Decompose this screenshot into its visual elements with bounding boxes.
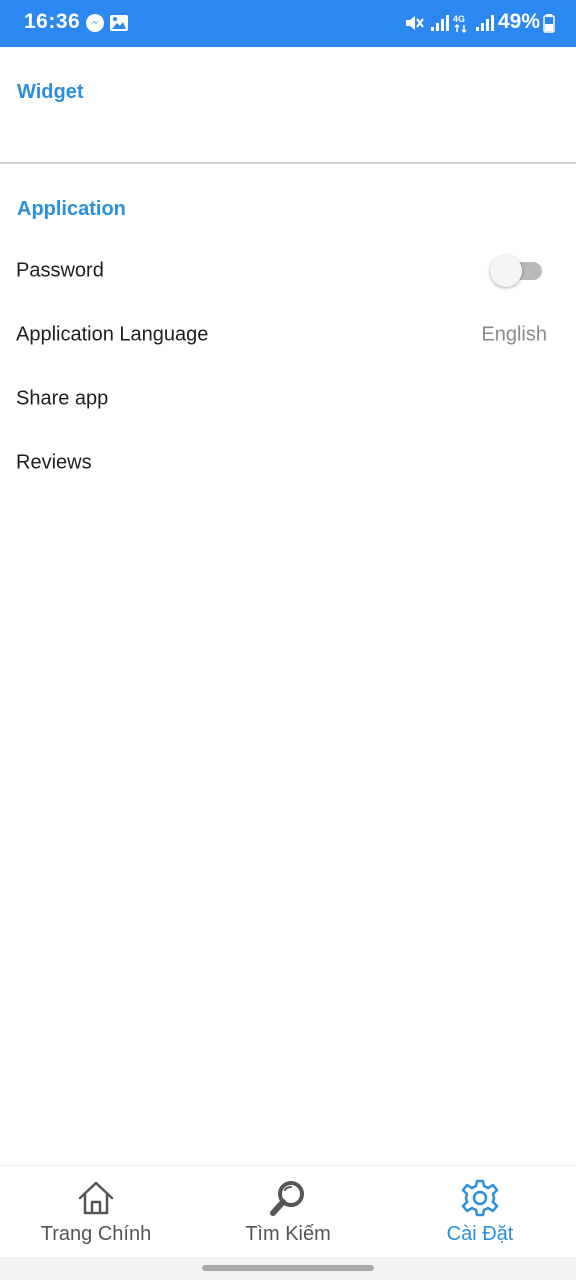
battery-percent: 49% [497,10,540,33]
password-toggle[interactable] [490,255,542,287]
gallery-icon [110,15,128,31]
settings-row-password[interactable]: Password [0,239,576,303]
svg-text:4G: 4G [453,14,465,24]
settings-row-reviews[interactable]: Reviews [0,431,576,495]
divider [0,162,576,164]
settings-row-share[interactable]: Share app [0,367,576,431]
language-label: Application Language [16,323,209,346]
language-value: English [481,323,547,346]
signal-icon [476,15,494,31]
mute-icon [406,16,424,30]
toggle-thumb [490,255,522,287]
gear-icon [461,1179,499,1217]
messenger-icon [86,14,104,32]
nav-label-home: Trang Chính [40,1223,152,1245]
4g-icon: 4G [453,14,467,34]
section-title-widget: Widget [17,81,84,103]
share-app-label: Share app [16,387,109,410]
reviews-label: Reviews [16,451,92,474]
nav-item-settings[interactable]: Cài Đặt [384,1166,576,1258]
signal-icon [431,15,449,31]
home-icon [78,1181,114,1215]
gesture-area [0,1257,576,1280]
nav-label-search: Tìm Kiếm [245,1223,331,1245]
settings-row-language[interactable]: Application Language English [0,303,576,367]
status-time: 16:36 [24,10,81,33]
status-bar: 16:36 4G 49% [0,0,576,47]
nav-item-search[interactable]: Tìm Kiếm [192,1166,384,1258]
gesture-handle[interactable] [202,1265,374,1271]
bottom-navigation: Trang Chính Tìm Kiếm Cài Đặt [0,1165,576,1258]
battery-icon [543,14,555,33]
search-icon [270,1181,304,1216]
section-title-application: Application [17,198,126,220]
password-label: Password [16,259,104,282]
nav-item-home[interactable]: Trang Chính [0,1166,192,1258]
nav-label-settings: Cài Đặt [446,1223,514,1245]
